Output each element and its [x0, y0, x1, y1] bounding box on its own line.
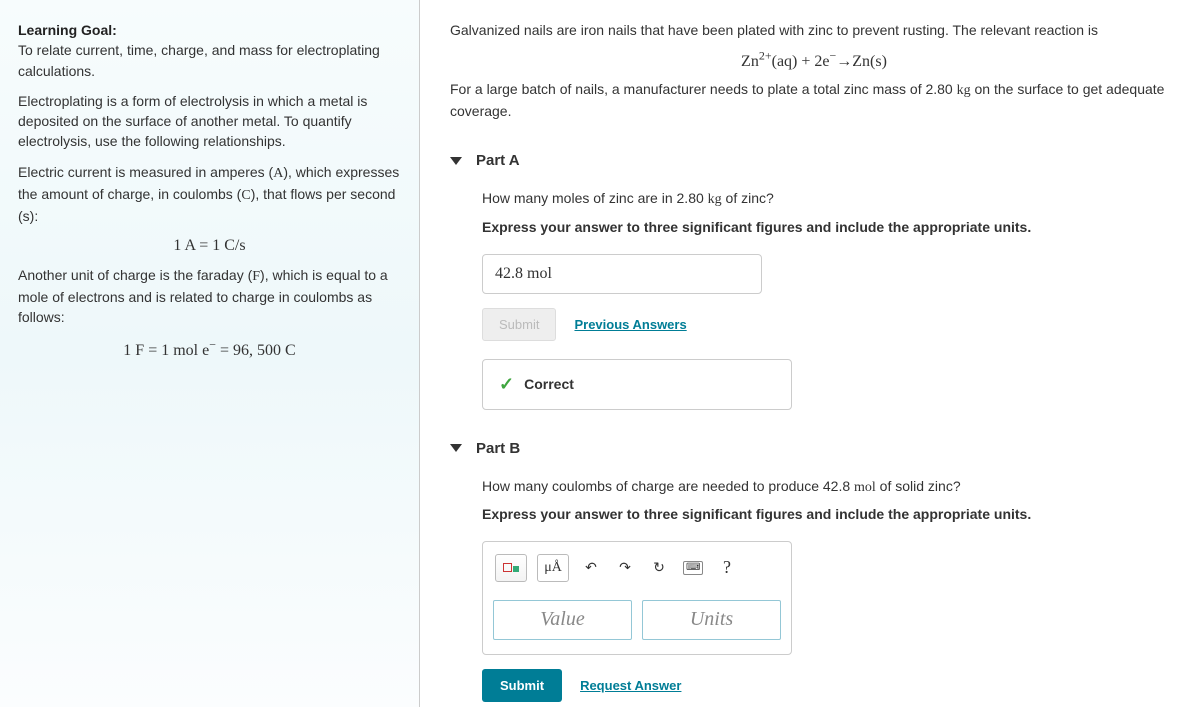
reaction-equation: Zn2+(aq) + 2e−→Zn(s)	[450, 49, 1178, 71]
templates-button[interactable]	[495, 554, 527, 582]
caret-down-icon[interactable]	[450, 444, 462, 452]
answer-input-area: μÅ ↶ ↷ ↻ ⌨ ? Value Units	[482, 541, 792, 655]
equation-ampere: 1 A = 1 C/s	[18, 237, 401, 255]
special-char-button[interactable]: μÅ	[537, 554, 569, 582]
part-b-body: How many coulombs of charge are needed t…	[450, 477, 1178, 702]
caret-down-icon[interactable]	[450, 157, 462, 165]
correct-text: Correct	[524, 376, 574, 392]
submit-button[interactable]: Submit	[482, 669, 562, 702]
learning-goal: Learning Goal:To relate current, time, c…	[18, 20, 401, 81]
value-input[interactable]: Value	[493, 600, 632, 640]
submit-button-disabled: Submit	[482, 308, 556, 341]
part-a-header[interactable]: Part A	[450, 152, 1178, 169]
previous-answers-link[interactable]: Previous Answers	[574, 317, 686, 332]
input-toolbar: μÅ ↶ ↷ ↻ ⌨ ?	[493, 552, 781, 588]
equation-faraday: 1 F = 1 mol e− = 96, 500 C	[18, 338, 401, 360]
question-panel: Galvanized nails are iron nails that hav…	[420, 0, 1200, 707]
part-b-instruction: Express your answer to three significant…	[482, 505, 1178, 525]
reset-button[interactable]: ↻	[647, 554, 671, 582]
faraday-definition: Another unit of charge is the faraday (F…	[18, 265, 401, 328]
part-a-body: How many moles of zinc are in 2.80 kg of…	[450, 189, 1178, 409]
part-a-question: How many moles of zinc are in 2.80 kg of…	[482, 189, 1178, 210]
part-a-answer-display: 42.8 mol	[482, 254, 762, 294]
feedback-correct: ✓ Correct	[482, 359, 792, 410]
problem-intro: Galvanized nails are iron nails that hav…	[450, 20, 1178, 41]
part-b-question: How many coulombs of charge are needed t…	[482, 477, 1178, 498]
part-a-instruction: Express your answer to three significant…	[482, 218, 1178, 238]
intro-electroplating: Electroplating is a form of electrolysis…	[18, 91, 401, 152]
problem-mass: For a large batch of nails, a manufactur…	[450, 79, 1178, 122]
undo-button[interactable]: ↶	[579, 554, 603, 582]
current-definition: Electric current is measured in amperes …	[18, 162, 401, 227]
request-answer-link[interactable]: Request Answer	[580, 678, 681, 693]
part-a-title: Part A	[476, 152, 520, 169]
learning-goal-panel: Learning Goal:To relate current, time, c…	[0, 0, 420, 707]
part-b-title: Part B	[476, 440, 520, 457]
part-b-header[interactable]: Part B	[450, 440, 1178, 457]
units-input[interactable]: Units	[642, 600, 781, 640]
help-button[interactable]: ?	[715, 554, 739, 582]
keyboard-button[interactable]: ⌨	[681, 554, 705, 582]
check-icon: ✓	[499, 374, 514, 395]
redo-button[interactable]: ↷	[613, 554, 637, 582]
